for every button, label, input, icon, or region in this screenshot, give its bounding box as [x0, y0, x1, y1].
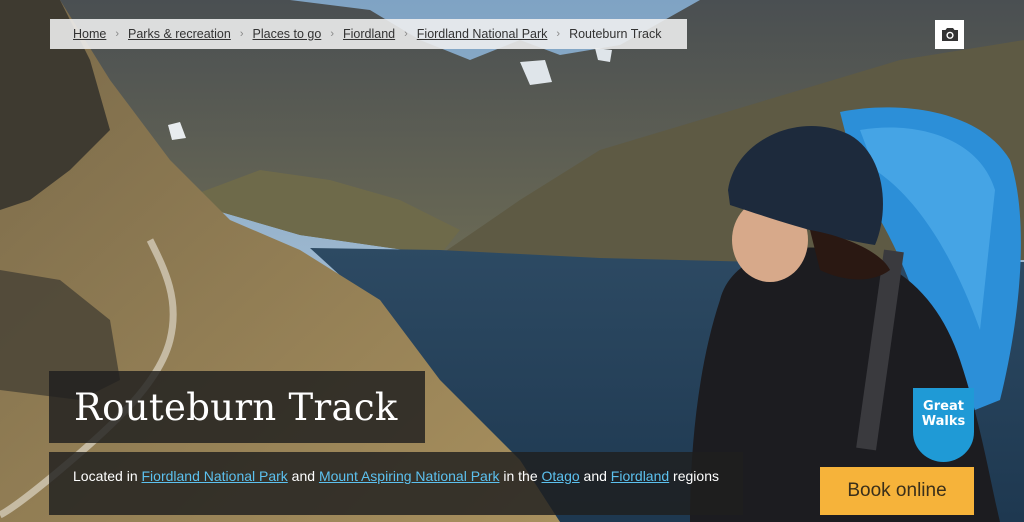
breadcrumb-home-link[interactable]: Home	[73, 27, 106, 41]
great-walks-badge-text: Great Walks	[913, 399, 974, 429]
page-title-box: Routeburn Track	[49, 371, 425, 443]
description-text: and	[287, 468, 319, 484]
fiordland-region-link[interactable]: Fiordland	[611, 468, 669, 484]
breadcrumb-separator: ›	[239, 28, 244, 40]
breadcrumb: Home › Parks & recreation › Places to go…	[50, 19, 687, 49]
hero-photo	[0, 0, 1024, 522]
breadcrumb-fiordland-link[interactable]: Fiordland	[343, 27, 395, 41]
description-text: Located in	[73, 468, 142, 484]
breadcrumb-separator: ›	[330, 28, 334, 40]
otago-region-link[interactable]: Otago	[542, 468, 580, 484]
breadcrumb-separator: ›	[115, 28, 120, 40]
page-title: Routeburn Track	[74, 385, 398, 429]
description-text: regions	[669, 468, 719, 484]
badge-line-1: Great	[923, 399, 964, 414]
photo-credit-button[interactable]	[935, 20, 964, 49]
book-online-button[interactable]: Book online	[820, 467, 974, 515]
breadcrumb-parks-link[interactable]: Parks & recreation	[128, 27, 231, 41]
location-description: Located in Fiordland National Park and M…	[49, 452, 743, 515]
description-text: in the	[499, 468, 542, 484]
breadcrumb-separator: ›	[556, 28, 561, 40]
fiordland-np-link[interactable]: Fiordland National Park	[142, 468, 288, 484]
breadcrumb-separator: ›	[404, 28, 408, 40]
mount-aspiring-np-link[interactable]: Mount Aspiring National Park	[319, 468, 500, 484]
camera-icon	[941, 28, 958, 41]
description-text: and	[579, 468, 611, 484]
breadcrumb-places-link[interactable]: Places to go	[253, 27, 322, 41]
hero-banner: Home › Parks & recreation › Places to go…	[0, 0, 1024, 522]
badge-line-2: Walks	[921, 414, 966, 429]
breadcrumb-current: Routeburn Track	[569, 27, 662, 41]
breadcrumb-fiordland-np-link[interactable]: Fiordland National Park	[417, 27, 548, 41]
